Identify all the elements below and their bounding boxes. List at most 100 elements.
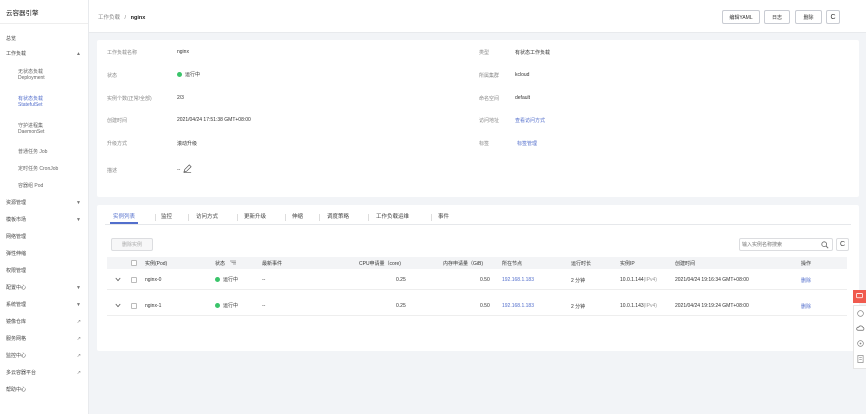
sidebar-item-sublabel: Deployment [18,75,45,81]
column-header-status[interactable]: 状态 [215,260,237,267]
sidebar-item-daemonset[interactable]: 守护进程集 DaemonSet [0,115,88,142]
cloud-icon[interactable] [856,325,865,333]
sidebar-item-overview[interactable]: 总览 [0,31,88,46]
created-value: 2021/04/24 17:51:38 GMT+08:00 [177,117,251,123]
pod-runtime: 2 分钟 [571,304,586,310]
tab-separator [368,214,369,221]
external-link-icon: ↗ [76,335,81,342]
sidebar-item-cronjob[interactable]: 定时任务 CronJob [0,160,88,177]
sidebar-item-permissions[interactable]: 权限管理 [0,262,88,279]
sidebar-item-service-mesh[interactable]: 服务网格 ↗ [0,330,88,347]
pod-node-link[interactable]: 192.168.1.183 [502,303,534,309]
sidebar-item-multicloud[interactable]: 多云容器平台 ↗ [0,364,88,381]
column-header-cpu: CPU申请量（core) [359,261,401,267]
pod-memory: 0.50 [480,303,490,309]
sidebar-item-help[interactable]: 帮助中心 [0,381,88,398]
sidebar-item-autoscaling[interactable]: 弹性伸缩 [0,245,88,262]
pod-ip-value: 10.0.1.143 [620,303,644,309]
status-running-icon [177,72,182,78]
pod-ip: 10.0.1.144(IPv4) [620,277,657,283]
pod-status: 运行中 [215,276,238,283]
sidebar-item-label: 权限管理 [6,268,27,274]
sidebar-item-label: 定时任务 CronJob [18,166,59,172]
tab-events[interactable]: 事件 [438,212,449,220]
tab-monitoring[interactable]: 监控 [161,212,172,220]
select-all-checkbox[interactable] [131,260,137,266]
tab-pod-list[interactable]: 实例列表 [109,212,139,224]
top-bar: 工作负载 / nginx 编辑YAML 日志 删除 C [89,0,866,33]
feedback-float-button[interactable] [853,290,866,303]
pod-node-link[interactable]: 192.168.1.183 [502,277,534,283]
sidebar-item-deployment[interactable]: 无状态负载 Deployment [0,61,88,88]
log-button[interactable]: 日志 [764,10,790,24]
sidebar-item-label: 普通任务 Job [18,148,48,155]
tab-operations[interactable]: 工作负载运维 [376,212,409,220]
delete-button[interactable]: 删除 [795,10,822,24]
chevron-down-icon: ▼ [76,216,81,223]
pod-event: -- [262,277,266,283]
sidebar-item-label: 容器组 Pod [18,183,44,189]
sidebar-item-label: 工作负载 [6,51,27,57]
row-checkbox[interactable] [131,303,137,309]
expand-row-icon[interactable] [115,277,121,284]
expand-row-icon[interactable] [115,303,121,310]
access-link[interactable]: 查看访问方式 [515,117,545,124]
tab-scaling[interactable]: 伸缩 [292,212,303,220]
sidebar-item-workloads[interactable]: 工作负载 ▲ [0,46,88,61]
pod-search-input[interactable] [742,240,820,250]
pod-ip-value: 10.0.1.144 [620,277,644,283]
pod-delete-link[interactable]: 删除 [801,303,811,310]
tag-manage-link[interactable]: 标签管理 [517,140,537,147]
delete-pod-button[interactable]: 删除实例 [111,238,153,251]
sidebar-item-pod[interactable]: 容器组 Pod [0,177,88,194]
breadcrumb-current: nginx [130,15,146,21]
column-header-event: 最新事件 [262,261,283,267]
status-running-icon [215,277,220,283]
sidebar-item-config[interactable]: 配置中心 ▼ [0,279,88,296]
edit-description-icon[interactable] [183,164,192,175]
sidebar-item-label: 总览 [6,36,17,42]
chevron-down-icon: ▼ [76,284,81,291]
cluster-value: kcloud [515,72,530,78]
tab-scheduling[interactable]: 调度策略 [327,212,349,220]
pod-refresh-button[interactable]: C [836,238,849,251]
name-label: 工作负载名称 [107,50,138,56]
search-icon[interactable] [821,241,829,251]
sidebar-item-label: 网络管理 [6,234,27,240]
sidebar-item-sublabel: DaemonSet [18,129,45,135]
sidebar-item-resources[interactable]: 资源管理 ▼ [0,194,88,211]
sidebar-item-label: 多云容器平台 [6,370,37,376]
row-checkbox[interactable] [131,277,137,283]
sidebar-item-network[interactable]: 网络管理 [0,228,88,245]
tab-separator [431,214,432,221]
sidebar-item-statefulset[interactable]: 有状态负载 StatefulSet [0,88,88,115]
pod-name: nginx-1 [145,303,162,309]
settings-icon[interactable] [857,340,864,349]
sidebar-item-system[interactable]: 系统管理 ▼ [0,296,88,313]
tab-separator [285,214,286,221]
filter-icon[interactable] [229,260,237,267]
column-header-status-label: 状态 [215,261,226,267]
tab-access[interactable]: 访问方式 [196,212,218,220]
sidebar-item-sublabel: StatefulSet [18,102,43,108]
created-label: 创建时间 [107,118,128,124]
tab-upgrade[interactable]: 更新升级 [244,212,266,220]
sidebar-item-image-repo[interactable]: 镜像仓库 ↗ [0,313,88,330]
refresh-button[interactable]: C [826,10,840,24]
sidebar-item-templates[interactable]: 模板市场 ▼ [0,211,88,228]
sidebar-item-monitoring[interactable]: 监控中心 ↗ [0,347,88,364]
help-icon[interactable] [857,310,864,319]
chevron-down-icon: ▼ [76,301,81,308]
tag-label: 标签 [479,141,490,147]
sidebar-item-job[interactable]: 普通任务 Job [0,142,88,160]
column-header-action: 操作 [801,261,812,267]
pod-delete-link[interactable]: 删除 [801,277,811,284]
external-link-icon: ↗ [76,369,81,376]
external-link-icon: ↗ [76,352,81,359]
breadcrumb-parent-link[interactable]: 工作负载 [98,15,120,21]
breadcrumb: 工作负载 / nginx [98,13,145,21]
document-icon[interactable] [857,355,864,365]
tab-separator [319,214,320,221]
edit-yaml-button[interactable]: 编辑YAML [722,10,760,24]
chevron-up-icon: ▲ [76,50,81,57]
